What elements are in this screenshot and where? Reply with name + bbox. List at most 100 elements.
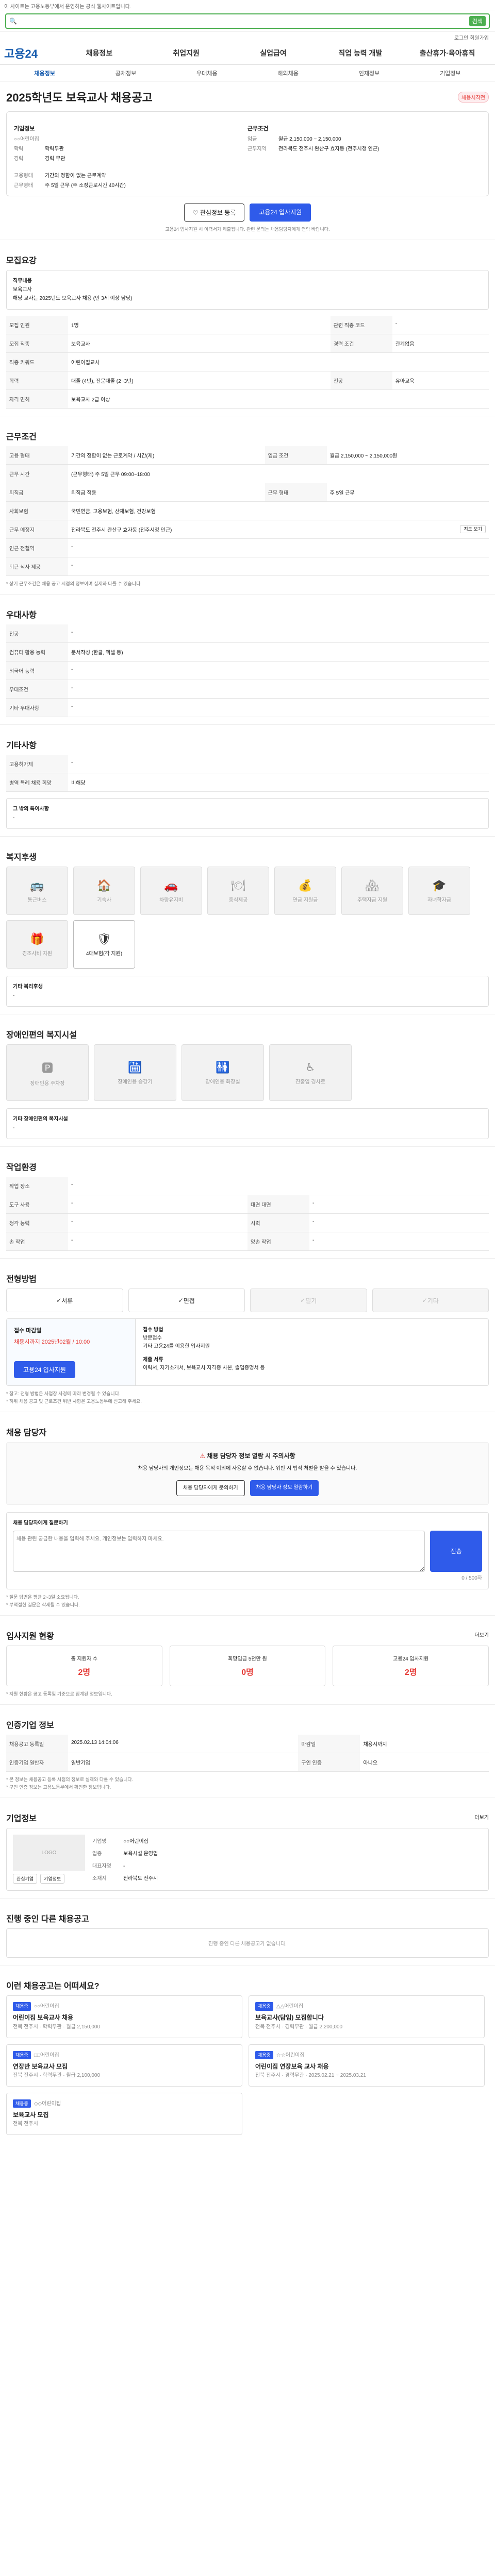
deadline-label: 접수 마감일: [14, 1328, 42, 1334]
cell-key: 전공: [330, 371, 392, 390]
recommend-badge: 채용중: [13, 2002, 31, 2011]
cell-key: 도구 사용: [6, 1195, 68, 1214]
recommend-job-title[interactable]: 어린이집 보육교사 채용: [13, 2013, 236, 2023]
map-button[interactable]: 지도 보기: [460, 525, 486, 533]
recommend-card[interactable]: 채용중 □□어린이집 연장반 보육교사 모집 전북 전주시 · 학력무관 · 월급 2…: [6, 2044, 242, 2087]
cell-key: 채용공고 등록일: [6, 1735, 68, 1754]
recommend-card[interactable]: 채용중 △△어린이집 보육교사(담임) 모집합니다 전북 전주시 · 경력무관 · 월…: [249, 1995, 485, 2038]
subnav-item[interactable]: 공채정보: [85, 69, 166, 77]
duty-box: 직무내용 보육교사 해당 교사는 2025년도 보육교사 채용 (만 3세 이상…: [6, 270, 489, 310]
cell-key: 모집 인원: [6, 316, 68, 334]
welfare-label: 주택자금 지원: [357, 897, 387, 903]
restroom-icon: 🚻: [216, 1060, 230, 1074]
company-name: ○○어린이집: [14, 137, 39, 142]
welfare-section: 복지후생 🚌 통근버스 🏠 기숙사 🚗 차량유지비 🍽 중식제공 💰 연금 지원금 🏘 주택자금 지원…: [0, 837, 495, 1014]
recommend-card[interactable]: 채용중 ◇◇어린이집 보육교사 모집 전북 전주시: [6, 2092, 242, 2135]
cell-value: -: [68, 755, 489, 773]
recommend-meta: 전북 전주시 · 학력무관 · 월급 2,150,000: [13, 2024, 101, 2030]
cell-value: -: [68, 661, 489, 680]
biz-title: 기업정보: [6, 1815, 37, 1824]
inquiry-send-button[interactable]: 전송: [430, 1531, 482, 1572]
nav-item-training[interactable]: 직업 능력 개발: [317, 48, 404, 58]
recommend-job-title[interactable]: 어린이집 연장보육 교사 채용: [255, 2062, 478, 2072]
scrap-button[interactable]: ♡ 관심정보 등록: [184, 204, 245, 222]
nav-item-jobs[interactable]: 채용정보: [56, 48, 143, 58]
util-links[interactable]: 로그인 회원가입: [0, 32, 495, 41]
apply-button[interactable]: 고용24 입사지원: [250, 204, 311, 222]
table-row: 작업 장소 -: [6, 1177, 489, 1195]
cell-key: 병역 특례 채용 희망: [6, 773, 68, 792]
welfare-other-box: 기타 복리후생 -: [6, 976, 489, 1007]
recommend-company: ☆☆어린이집: [276, 2052, 305, 2058]
stats-section: 입사지원 현황 더보기 총 지원자 수 2명 희망임금 5천만 원 0명 고용24 …: [0, 1616, 495, 1705]
table-row: 우대조건 -: [6, 680, 489, 699]
company-info-button[interactable]: 기업정보: [40, 1874, 65, 1884]
search-input[interactable]: 🔍 검색: [5, 13, 490, 29]
stat-value: 0명: [241, 1668, 254, 1677]
car-icon: 🚗: [164, 878, 178, 892]
apply-button-2[interactable]: 고용24 입사지원: [14, 1361, 75, 1378]
nav-item-support[interactable]: 취업지원: [143, 48, 230, 58]
biz-key: 업종: [92, 1851, 102, 1857]
recommend-card[interactable]: 채용중 ○○어린이집 어린이집 보육교사 채용 전북 전주시 · 학력무관 · 월급 …: [6, 1995, 242, 2038]
welfare-other-label: 기타 복리후생: [13, 984, 43, 990]
table-row: 퇴직금 퇴직금 적용 근무 형태 주 5일 근무: [6, 483, 489, 502]
inquiry-input[interactable]: [13, 1531, 425, 1572]
recommend-company: ◇◇어린이집: [34, 2100, 61, 2107]
sub-nav: 채용정보 공채정보 우대채용 해외채용 인재정보 기업정보: [0, 65, 495, 81]
work-cond-label: 근무조건: [248, 126, 269, 132]
biz-more-link[interactable]: 더보기: [474, 1813, 489, 1821]
table-row: 기타 우대사항 -: [6, 698, 489, 717]
method-value: 방문접수: [143, 1335, 162, 1341]
cell-value: 보육교사: [68, 334, 331, 353]
duty-label: 직무내용: [13, 278, 32, 284]
manager-tip: * 질문 답변은 평균 2~3일 소요됩니다.: [6, 1595, 79, 1600]
workcond-section: 근무조건 고용 형태 기간의 정함이 없는 근로계약 / 시간(제) 임금 조건 월급…: [0, 416, 495, 595]
nav-item-leave[interactable]: 출산휴가·육아휴직: [404, 48, 491, 58]
subnav-item[interactable]: 인재정보: [328, 69, 409, 77]
stats-more-link[interactable]: 더보기: [474, 1631, 489, 1638]
fav-company-button[interactable]: 관심기업: [13, 1874, 38, 1884]
recommend-job-title[interactable]: 보육교사(담임) 모집합니다: [255, 2013, 478, 2023]
cell-value: -: [309, 1232, 489, 1251]
cell-value: 비해당: [68, 773, 489, 792]
search-row: 🔍 검색: [0, 10, 495, 32]
subnav-item[interactable]: 우대채용: [167, 69, 248, 77]
location-label: 근무지역: [248, 146, 267, 152]
cell-value: -: [309, 1213, 489, 1232]
nav-item-benefit[interactable]: 실업급여: [230, 48, 317, 58]
others-title: 진행 중인 다른 채용공고: [6, 1915, 89, 1924]
recommend-job-title[interactable]: 연장반 보육교사 모집: [13, 2062, 236, 2072]
etc-extra-label: 그 밖의 특이사항: [13, 806, 49, 812]
cell-key: 관련 직종 코드: [330, 316, 392, 334]
step-label: 서류: [61, 1297, 73, 1304]
cell-value: -: [68, 624, 489, 643]
search-button[interactable]: 검색: [469, 15, 486, 26]
logo[interactable]: 고용24: [4, 45, 56, 61]
char-count: 0 / 500자: [461, 1575, 482, 1582]
cell-key: 인근 전철역: [6, 538, 68, 557]
subnav-item[interactable]: 기업정보: [410, 69, 491, 77]
subnav-item[interactable]: 채용정보: [4, 69, 85, 77]
ramp-icon: ♿: [305, 1060, 316, 1074]
cell-value: 일반기업: [68, 1753, 299, 1772]
cell-key: 근무 예정지: [6, 520, 68, 539]
recommend-job-title[interactable]: 보육교사 모집: [13, 2110, 236, 2120]
cell-value: 유아교육: [392, 371, 489, 390]
welfare-other-value: -: [13, 993, 15, 998]
subnav-item[interactable]: 해외채용: [248, 69, 328, 77]
recommend-card[interactable]: 채용중 ☆☆어린이집 어린이집 연장보육 교사 채용 전북 전주시 · 경력무관 · …: [249, 2044, 485, 2087]
apply-note: 고용24 입사지원 시 이력서가 제출됩니다. 관련 문의는 채용담당자에게 연…: [165, 227, 330, 232]
method-desc: 기타 고용24를 이용한 입사지원: [143, 1344, 210, 1349]
inquiry-box: 채용 담당자에게 질문하기 전송 0 / 500자: [6, 1512, 489, 1590]
biz-value: -: [123, 1863, 125, 1870]
manager-inquiry-button[interactable]: 채용 담당자에게 문의하기: [176, 1480, 245, 1497]
manager-view-button[interactable]: 채용 담당자 정보 열람하기: [250, 1480, 319, 1497]
regist-section: 인증기업 정보 채용공고 등록일 2025.02.13 14:04:06 마감일 채용…: [0, 1705, 495, 1799]
cell-key: 직종 키워드: [6, 352, 68, 371]
table-row: 도구 사용 - 대면 대면 -: [6, 1195, 489, 1214]
school-icon: 🎓: [432, 878, 447, 892]
search-icon: 🔍: [9, 17, 17, 25]
recruit-section: 모집요강 직무내용 보육교사 해당 교사는 2025년도 보육교사 채용 (만 …: [0, 240, 495, 416]
welfare-label: 통근버스: [27, 897, 47, 903]
